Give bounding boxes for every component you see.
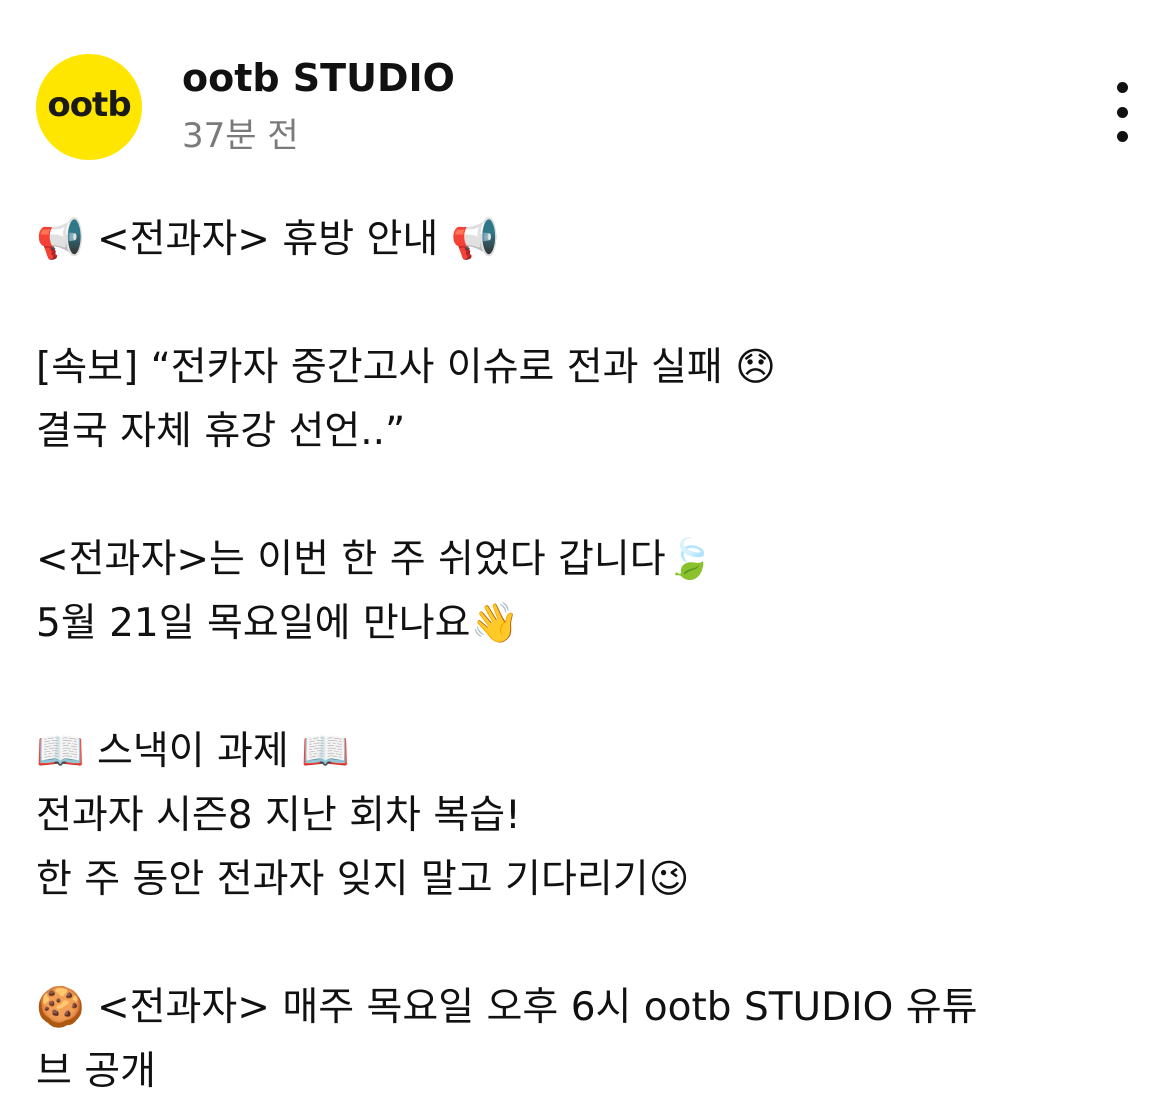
post-line: 5월 21일 목요일에 만나요👋 xyxy=(36,601,520,646)
post-header: ootb ootb STUDIO 37분 전 xyxy=(36,54,1136,164)
avatar-logo-text: ootb xyxy=(47,85,131,125)
more-dot xyxy=(1116,131,1128,142)
post-line: 📖 스낵이 과제 📖 xyxy=(36,729,350,774)
author-name[interactable]: ootb STUDIO xyxy=(182,54,455,102)
more-dot xyxy=(1116,106,1128,118)
post-line: 🍪 <전과자> 매주 목요일 오후 6시 ootb STUDIO 유튜 xyxy=(36,985,978,1030)
post-line: 전과자 시즌8 지난 회차 복습! xyxy=(36,793,521,838)
post-line: 📢 <전과자> 휴방 안내 📢 xyxy=(36,217,500,262)
avatar[interactable]: ootb xyxy=(36,54,142,160)
more-dot xyxy=(1116,82,1128,93)
post-line: 결국 자체 휴강 선언..” xyxy=(36,409,406,454)
post-body: 📢 <전과자> 휴방 안내 📢 [속보] “전카자 중간고사 이슈로 전과 실패… xyxy=(36,208,1136,1104)
post-line: 브 공개 xyxy=(36,1049,157,1094)
post-line: <전과자>는 이번 한 주 쉬었다 갑니다🍃 xyxy=(36,537,715,582)
more-options-icon[interactable] xyxy=(1096,82,1148,142)
post-timestamp: 37분 전 xyxy=(182,116,299,156)
post-line: 한 주 동안 전과자 잊지 말고 기다리기😉 xyxy=(36,857,690,902)
post-line: [속보] “전카자 중간고사 이슈로 전과 실패 😞 xyxy=(36,345,776,390)
